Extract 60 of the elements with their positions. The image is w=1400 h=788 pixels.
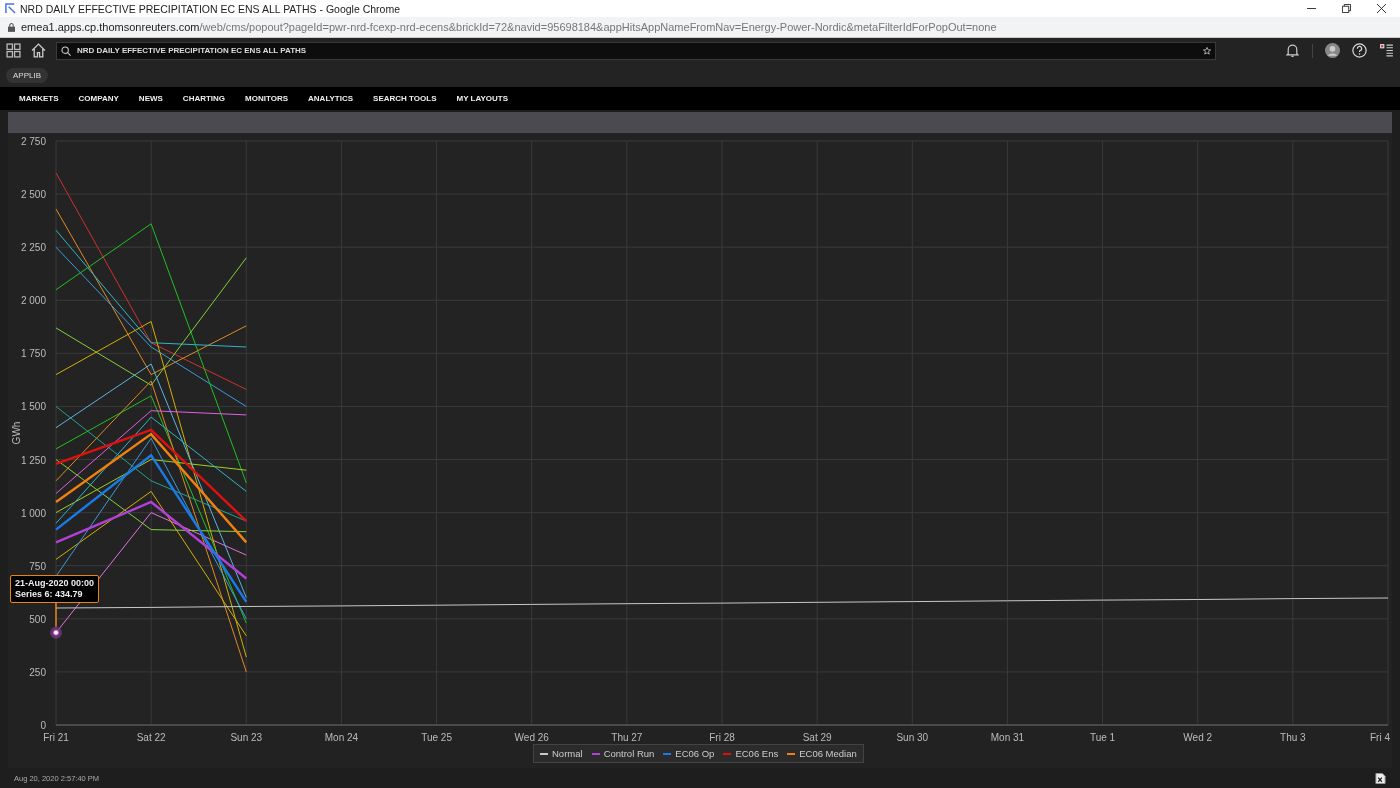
nav-menu-item[interactable]: SEARCH TOOLS — [373, 94, 437, 103]
nav-menu-item[interactable]: ANALYTICS — [308, 94, 354, 103]
legend-label[interactable]: EC06 Ens — [735, 748, 779, 759]
avatar-icon[interactable] — [1325, 43, 1340, 58]
nav-menu-item[interactable]: COMPANY — [78, 94, 119, 103]
layout-panel-icon[interactable] — [1379, 43, 1394, 58]
x-tick-label: Fri 28 — [709, 732, 735, 743]
y-tick-label: 2 000 — [20, 295, 46, 307]
nav-menu-item[interactable]: NEWS — [138, 94, 163, 103]
tooltip-value: Series 6: 434.79 — [15, 588, 84, 600]
y-tick-label: 500 — [29, 613, 46, 625]
x-tick-label: Thu 3 — [1280, 732, 1306, 743]
x-tick-label: Tue 25 — [421, 732, 452, 743]
nav-menu-item[interactable]: MY LAYOUTS — [456, 94, 509, 103]
x-tick-label: Thu 27 — [611, 732, 643, 743]
y-tick-label: 250 — [29, 666, 46, 678]
x-tick-label: Mon 24 — [324, 732, 359, 743]
lock-icon — [8, 22, 15, 32]
applib-tag[interactable]: APPLIB — [6, 67, 48, 83]
legend-label[interactable]: Control Run — [603, 748, 655, 759]
y-tick-label: 1 500 — [20, 401, 46, 413]
nav-menu-item[interactable]: MARKETS — [19, 94, 59, 103]
y-axis-title: GWh — [11, 421, 22, 445]
y-tick-label: 2 500 — [20, 189, 46, 201]
x-tick-label: Sat 29 — [802, 732, 832, 743]
y-tick-label: 750 — [29, 560, 46, 572]
search-field[interactable]: NRD DAILY EFFECTIVE PRECIPITATION EC ENS ALL PATHS — [56, 41, 1216, 60]
x-tick-label: Fri 21 — [43, 732, 69, 743]
x-tick-label: Sun 23 — [230, 732, 263, 743]
legend-label[interactable]: EC06 Median — [799, 748, 857, 759]
app-logo-icon — [5, 3, 16, 14]
close-icon[interactable] — [1377, 4, 1386, 13]
legend-label[interactable]: Normal — [552, 748, 583, 759]
spreadsheet-export-icon[interactable] — [1375, 772, 1386, 784]
data-point-marker[interactable] — [50, 626, 62, 639]
restore-icon[interactable] — [1342, 4, 1351, 13]
search-icon — [61, 45, 71, 56]
tooltip-date: 21-Aug-2020 00:00 — [15, 577, 95, 589]
home-icon[interactable] — [31, 43, 46, 58]
window-title: NRD DAILY EFFECTIVE PRECIPITATION EC ENS ALL PATHS - Google Chrome — [20, 2, 402, 15]
nav-menu-item[interactable]: CHARTING — [182, 94, 226, 103]
x-tick-label: Sat 22 — [136, 732, 166, 743]
legend-label[interactable]: EC06 Op — [675, 748, 715, 759]
x-tick-label: Fri 4 — [1370, 732, 1390, 743]
y-tick-label: 2 750 — [20, 136, 46, 147]
help-icon[interactable] — [1352, 43, 1367, 58]
y-tick-label: 1 250 — [20, 454, 46, 466]
x-tick-label: Sun 30 — [896, 732, 929, 743]
apps-grid-icon[interactable] — [6, 43, 21, 58]
x-tick-label: Wed 26 — [514, 732, 549, 743]
nav-menu-item[interactable]: MONITORS — [245, 94, 289, 103]
x-tick-label: Mon 31 — [990, 732, 1025, 743]
y-tick-label: 2 250 — [20, 242, 46, 254]
x-tick-label: Tue 1 — [1089, 732, 1116, 743]
y-tick-label: 1 750 — [20, 348, 46, 360]
y-tick-label: 0 — [40, 720, 46, 731]
y-tick-label: 1 000 — [20, 507, 46, 519]
x-tick-label: Wed 2 — [1183, 732, 1213, 743]
star-icon[interactable] — [1203, 46, 1211, 55]
bell-icon[interactable] — [1285, 43, 1300, 58]
